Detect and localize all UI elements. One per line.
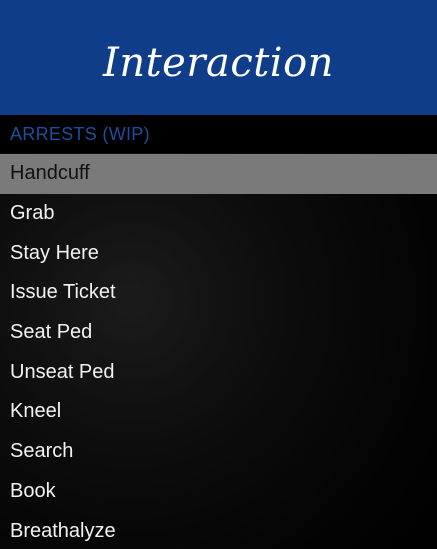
menu-subtitle: ARRESTS (WIP) xyxy=(10,123,150,144)
menu-item-search[interactable]: Search xyxy=(0,431,437,472)
menu-item-breathalyze[interactable]: Breathalyze xyxy=(0,511,437,549)
menu-item-book[interactable]: Book xyxy=(0,471,437,512)
menu-item-label: Handcuff xyxy=(10,162,90,185)
menu-banner: Interaction xyxy=(0,0,437,115)
menu-item-kneel[interactable]: Kneel xyxy=(0,392,437,432)
menu-item-label: Stay Here xyxy=(10,241,99,264)
menu-item-issue-ticket[interactable]: Issue Ticket xyxy=(0,273,437,313)
menu-item-label: Search xyxy=(10,440,74,463)
menu-item-list: Handcuff Grab Stay Here Issue Ticket Sea… xyxy=(0,154,437,549)
menu-item-label: Kneel xyxy=(10,400,62,423)
menu-item-label: Breathalyze xyxy=(10,519,116,542)
menu-item-seat-ped[interactable]: Seat Ped xyxy=(0,312,437,353)
menu-item-label: Seat Ped xyxy=(10,321,93,344)
menu-item-label: Book xyxy=(10,479,56,502)
menu-item-label: Issue Ticket xyxy=(10,281,116,304)
menu-item-label: Unseat Ped xyxy=(10,360,115,383)
menu-title: Interaction xyxy=(103,39,334,86)
menu-item-unseat-ped[interactable]: Unseat Ped xyxy=(0,352,437,393)
menu-subtitle-bar: ARRESTS (WIP) xyxy=(0,115,437,153)
menu-item-handcuff[interactable]: Handcuff xyxy=(0,154,437,194)
menu-item-stay-here[interactable]: Stay Here xyxy=(0,233,437,274)
menu-item-grab[interactable]: Grab xyxy=(0,193,437,234)
menu-item-label: Grab xyxy=(10,202,55,225)
interaction-menu: Interaction ARRESTS (WIP) Handcuff Grab … xyxy=(0,0,437,549)
